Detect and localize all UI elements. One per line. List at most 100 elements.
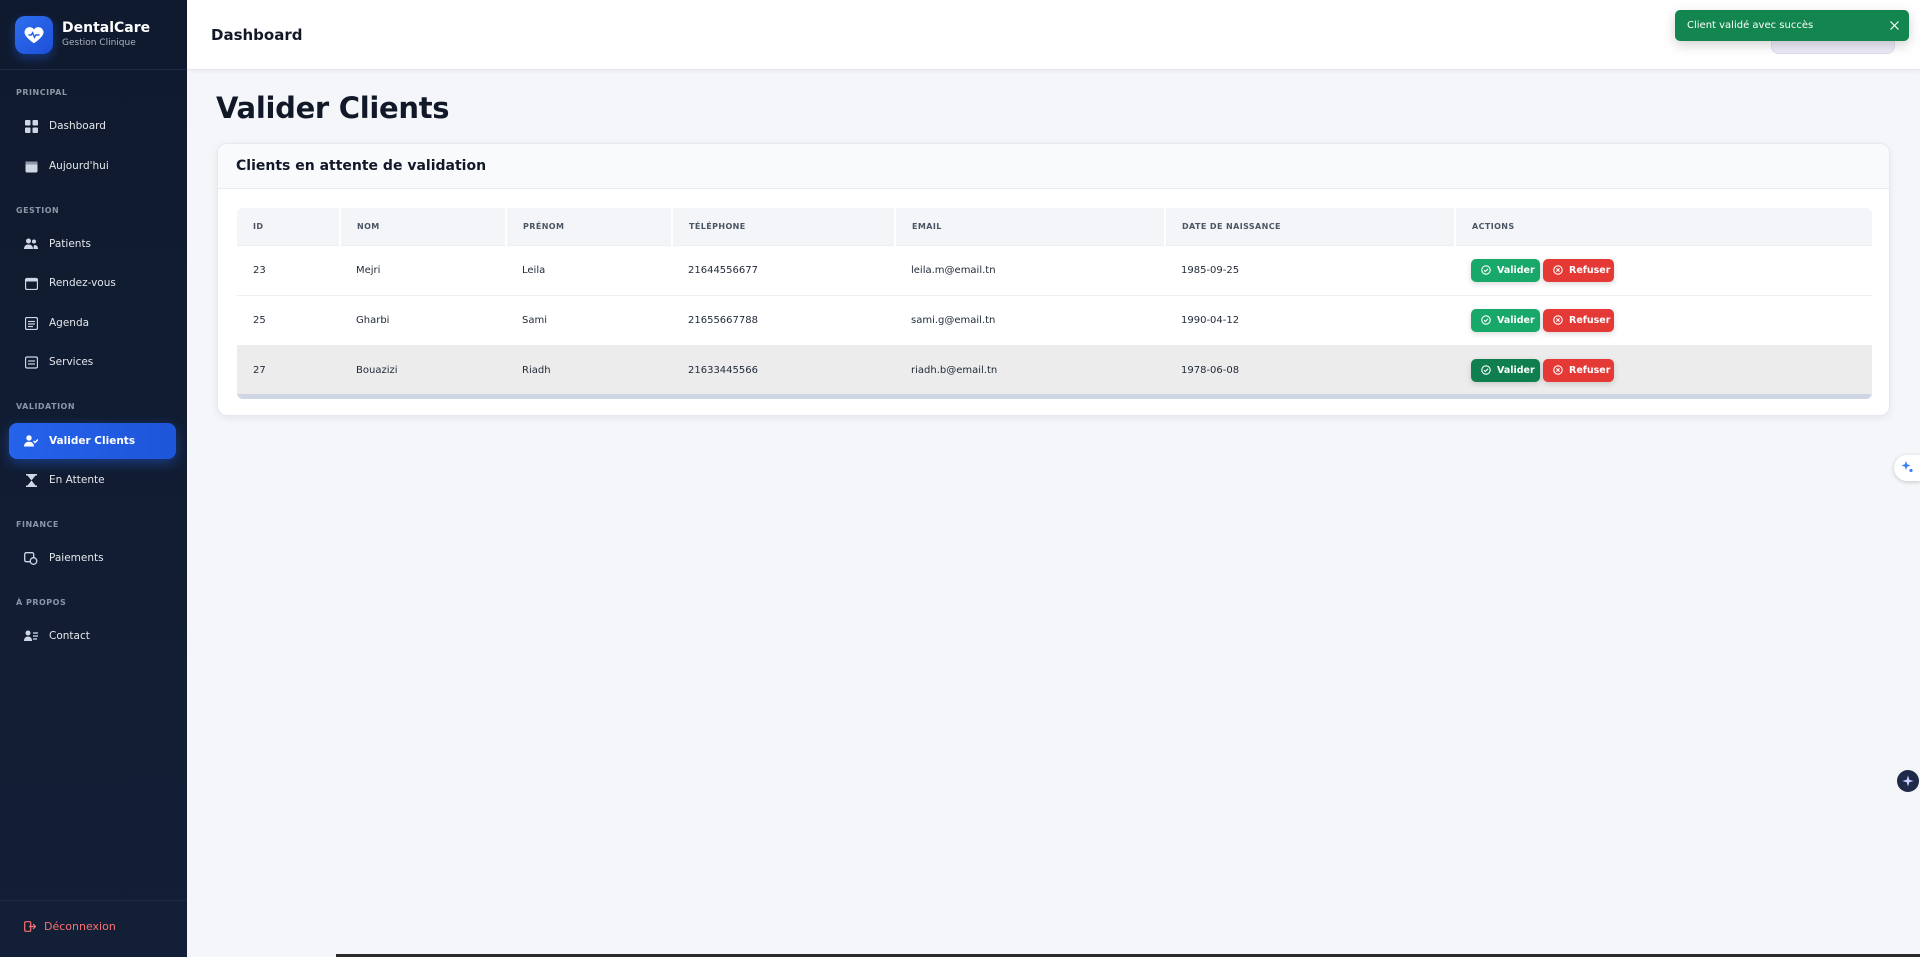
cell-email: sami.g@email.tn xyxy=(911,314,996,326)
logout-button[interactable]: Déconnexion xyxy=(24,920,116,933)
validate-label: Valider xyxy=(1497,364,1535,376)
hourglass-icon xyxy=(24,473,38,487)
toast-message: Client validé avec succès xyxy=(1687,20,1814,31)
list-icon xyxy=(24,355,38,369)
table-row: 23 Mejri Leila 21644556677 leila.m@email… xyxy=(237,245,1872,295)
check-circle-icon xyxy=(1481,365,1491,375)
reject-label: Refuser xyxy=(1569,314,1611,326)
contact-icon xyxy=(24,629,38,643)
sidebar-item-patients[interactable]: Patients xyxy=(9,226,176,262)
cell-telephone: 21655667788 xyxy=(688,314,758,326)
cell-actions: Valider Refuser xyxy=(1455,245,1872,295)
sidebar: DentalCare Gestion Clinique PRINCIPAL Da… xyxy=(0,0,187,957)
sidebar-divider xyxy=(0,900,187,901)
sidebar-item-label: Patients xyxy=(49,238,92,250)
column-header-prenom[interactable]: PRÉNOM xyxy=(506,208,673,245)
users-icon xyxy=(24,237,38,251)
logout-label: Déconnexion xyxy=(44,920,116,933)
cell-telephone: 21644556677 xyxy=(688,264,758,276)
calendar-check-icon xyxy=(24,276,38,290)
sidebar-item-label: Valider Clients xyxy=(49,435,136,447)
reject-label: Refuser xyxy=(1569,264,1611,276)
column-header-date-naissance[interactable]: DATE DE NAISSANCE xyxy=(1165,208,1456,245)
sidebar-item-label: Agenda xyxy=(49,317,90,329)
page-title: Valider Clients xyxy=(216,91,450,125)
horizontal-scrollbar[interactable] xyxy=(237,394,1872,399)
sidebar-item-contact[interactable]: Contact xyxy=(9,618,176,654)
validate-button[interactable]: Valider xyxy=(1471,308,1540,332)
sidebar-item-aujourdhui[interactable]: Aujourd'hui xyxy=(9,148,176,184)
brand-subtitle: Gestion Clinique xyxy=(62,37,136,48)
pending-clients-card: Clients en attente de validation ID NOM … xyxy=(217,143,1890,416)
cell-date-naissance: 1990-04-12 xyxy=(1181,314,1240,326)
cell-date-naissance: 1985-09-25 xyxy=(1181,264,1240,276)
cell-actions: Valider Refuser xyxy=(1455,345,1872,395)
sidebar-item-label: En Attente xyxy=(49,474,105,486)
logout-icon xyxy=(24,921,36,932)
user-check-icon xyxy=(24,434,38,448)
cell-prenom: Leila xyxy=(522,264,546,276)
cell-telephone: 21633445566 xyxy=(688,364,758,376)
cell-prenom: Sami xyxy=(522,314,547,326)
sidebar-item-rendez-vous[interactable]: Rendez-vous xyxy=(9,265,176,301)
table-header-row: ID NOM PRÉNOM TÉLÉPHONE EMAIL DATE DE NA… xyxy=(237,208,1872,245)
reject-label: Refuser xyxy=(1569,364,1611,376)
sidebar-item-services[interactable]: Services xyxy=(9,344,176,380)
assistant-widget-button[interactable] xyxy=(1897,770,1919,792)
reject-button[interactable]: Refuser xyxy=(1543,358,1614,382)
cell-prenom: Riadh xyxy=(522,364,551,376)
sidebar-item-valider-clients[interactable]: Valider Clients xyxy=(9,423,176,459)
sidebar-item-label: Contact xyxy=(49,630,90,642)
column-header-nom[interactable]: NOM xyxy=(340,208,507,245)
validate-label: Valider xyxy=(1497,314,1535,326)
cell-date-naissance: 1978-06-08 xyxy=(1181,364,1240,376)
sidebar-item-label: Paiements xyxy=(49,552,104,564)
close-icon[interactable] xyxy=(1887,18,1901,32)
cell-nom: Gharbi xyxy=(356,314,390,326)
clients-table-wrapper: ID NOM PRÉNOM TÉLÉPHONE EMAIL DATE DE NA… xyxy=(237,208,1872,399)
column-header-id[interactable]: ID xyxy=(237,208,341,245)
payment-icon xyxy=(24,551,38,565)
validate-label: Valider xyxy=(1497,264,1535,276)
brand-name: DentalCare xyxy=(62,19,151,36)
heart-pulse-icon xyxy=(15,15,53,54)
x-circle-icon xyxy=(1553,315,1563,325)
cell-email: leila.m@email.tn xyxy=(911,264,996,276)
accessibility-widget-button[interactable] xyxy=(1894,455,1920,481)
section-label-principal: PRINCIPAL xyxy=(16,88,68,97)
section-label-gestion: GESTION xyxy=(16,206,60,215)
validate-button[interactable]: Valider xyxy=(1471,258,1540,282)
sidebar-item-en-attente[interactable]: En Attente xyxy=(9,462,176,498)
cell-nom: Mejri xyxy=(356,264,381,276)
clients-table: ID NOM PRÉNOM TÉLÉPHONE EMAIL DATE DE NA… xyxy=(237,208,1872,395)
sidebar-item-paiements[interactable]: Paiements xyxy=(9,540,176,576)
x-circle-icon xyxy=(1553,265,1563,275)
grid-icon xyxy=(24,119,38,133)
check-circle-icon xyxy=(1481,265,1491,275)
top-header: Dashboard xyxy=(187,0,1920,70)
column-header-telephone[interactable]: TÉLÉPHONE xyxy=(672,208,896,245)
calendar-icon xyxy=(24,159,38,173)
cell-actions: Valider Refuser xyxy=(1455,295,1872,345)
sidebar-item-label: Aujourd'hui xyxy=(49,160,109,172)
header-title: Dashboard xyxy=(211,25,303,44)
brand: DentalCare Gestion Clinique xyxy=(0,0,187,70)
sidebar-item-label: Services xyxy=(49,356,94,368)
cell-nom: Bouazizi xyxy=(356,364,398,376)
success-toast: Client validé avec succès xyxy=(1675,10,1909,41)
sidebar-item-dashboard[interactable]: Dashboard xyxy=(9,108,176,144)
sidebar-item-label: Dashboard xyxy=(49,120,106,132)
reject-button[interactable]: Refuser xyxy=(1543,308,1614,332)
cell-id: 27 xyxy=(253,364,266,376)
sidebar-item-agenda[interactable]: Agenda xyxy=(9,305,176,341)
reject-button[interactable]: Refuser xyxy=(1543,258,1614,282)
star-icon xyxy=(1902,772,1914,791)
card-title: Clients en attente de validation xyxy=(218,144,1889,189)
x-circle-icon xyxy=(1553,365,1563,375)
column-header-email[interactable]: EMAIL xyxy=(895,208,1166,245)
check-circle-icon xyxy=(1481,315,1491,325)
cell-email: riadh.b@email.tn xyxy=(911,364,998,376)
table-row: 25 Gharbi Sami 21655667788 sami.g@email.… xyxy=(237,295,1872,345)
validate-button[interactable]: Valider xyxy=(1471,358,1540,382)
section-label-finance: FINANCE xyxy=(16,520,59,529)
